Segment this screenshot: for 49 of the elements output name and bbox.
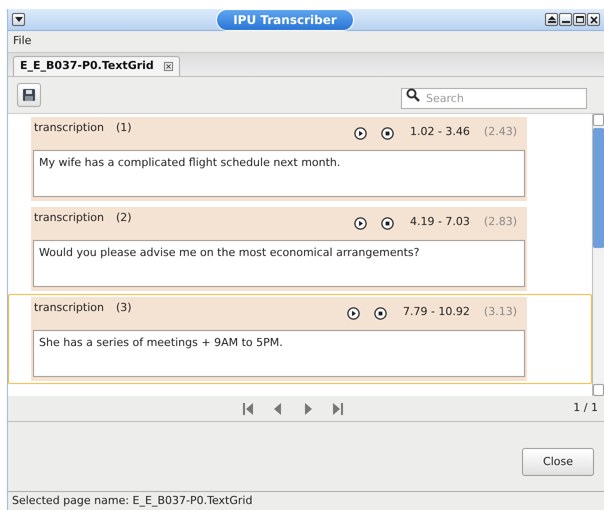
page-counter: 1 / 1 [572, 400, 598, 416]
window-title: IPU Transcriber [216, 8, 354, 30]
status-text: Selected page name: E_E_B037-P0.TextGrid [12, 492, 252, 509]
tier-label: transcription [34, 120, 104, 136]
time-range: 7.79 - 10.92 [402, 304, 470, 320]
entry-row[interactable]: transcription (1) 1.02 - 3.46 (2.43) My wife has a complicated flight schedule next month. [8, 114, 592, 204]
eject-icon [548, 16, 556, 23]
play-icon[interactable] [354, 217, 367, 230]
window-menu-button[interactable] [12, 13, 25, 26]
maximize-button[interactable] [573, 13, 586, 26]
first-page-icon[interactable] [243, 402, 253, 414]
stop-icon[interactable] [380, 127, 394, 140]
menu-item[interactable]: File [13, 33, 32, 50]
duration: (3.13) [484, 304, 517, 320]
time-range: 1.02 - 3.46 [410, 124, 470, 140]
last-page-icon[interactable] [333, 402, 343, 414]
scrollbar[interactable] [592, 114, 604, 396]
entry-index: (2) [116, 210, 132, 226]
tier-label: transcription [34, 210, 104, 226]
stop-icon[interactable] [380, 217, 394, 230]
save-button[interactable] [17, 83, 41, 107]
caret-icon [14, 17, 22, 22]
transcription-field[interactable]: She has a series of meetings + 9AM to 5PM. [33, 330, 525, 377]
search-field[interactable]: Search [401, 88, 587, 108]
tier-label: transcription [34, 300, 104, 316]
close-icon[interactable] [164, 62, 173, 71]
shade-button[interactable] [545, 13, 558, 26]
search-icon [406, 88, 420, 102]
save-icon [23, 89, 35, 101]
close-button[interactable]: Close [522, 448, 594, 476]
close-icon [590, 16, 598, 24]
document-tab[interactable]: E_E_B037-P0.TextGrid [13, 56, 180, 76]
entry-row[interactable]: transcription (3) 7.79 - 10.92 (3.13) She has a series of meetings + 9AM to 5PM. [8, 294, 592, 384]
previous-page-icon[interactable] [273, 402, 283, 414]
duration: (2.43) [484, 124, 517, 140]
time-range: 4.19 - 7.03 [410, 214, 470, 230]
play-icon[interactable] [346, 307, 360, 320]
entry-index: (3) [116, 300, 132, 316]
play-icon[interactable] [354, 127, 367, 140]
entry-index: (1) [116, 120, 132, 136]
maximize-icon [576, 16, 584, 23]
transcription-field[interactable]: Would you please advise me on the most economical arrangements? [33, 240, 525, 287]
minimize-button[interactable] [559, 13, 572, 26]
next-page-icon[interactable] [303, 402, 313, 414]
transcription-field[interactable]: My wife has a complicated flight schedule next month. [33, 150, 525, 197]
stop-icon[interactable] [374, 307, 387, 320]
close-button[interactable] [587, 13, 600, 26]
duration: (2.83) [484, 214, 517, 230]
entry-row[interactable]: transcription (2) 4.19 - 7.03 (2.83) Would you please advise me on the most economical arrangements? [8, 204, 592, 294]
